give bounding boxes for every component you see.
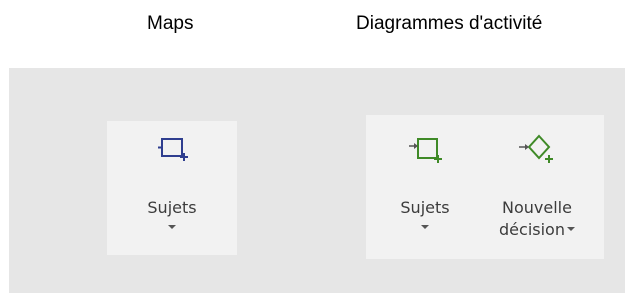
- maps-subjects-button[interactable]: Sujets: [135, 131, 209, 233]
- new-decision-button[interactable]: Nouvelle décision: [482, 131, 592, 241]
- maps-subjects-dropdown-caret-icon[interactable]: [168, 224, 176, 229]
- activity-subjects-dropdown-caret-icon[interactable]: [421, 224, 429, 229]
- maps-caption: Maps: [147, 13, 194, 34]
- new-decision-label-line2-wrap: décision: [482, 219, 592, 241]
- ribbon-panel: Sujets Sujets Nouvelle décision: [9, 68, 625, 293]
- new-decision-dropdown-caret-icon[interactable]: [566, 226, 575, 231]
- new-decision-label-line2: décision: [499, 220, 565, 239]
- action-rectangle-add-icon: [405, 131, 445, 171]
- decision-diamond-add-icon: [515, 131, 559, 171]
- activity-ribbon-group: Sujets Nouvelle décision: [366, 115, 604, 259]
- activity-subjects-label: Sujets: [400, 198, 450, 217]
- maps-subjects-label: Sujets: [147, 198, 197, 217]
- maps-ribbon-group: Sujets: [107, 121, 237, 255]
- activity-diagrams-caption: Diagrammes d'activité: [356, 13, 543, 34]
- new-decision-label-line1: Nouvelle: [502, 198, 572, 217]
- activity-subjects-button[interactable]: Sujets: [388, 131, 462, 233]
- topic-rectangle-icon: [152, 131, 192, 171]
